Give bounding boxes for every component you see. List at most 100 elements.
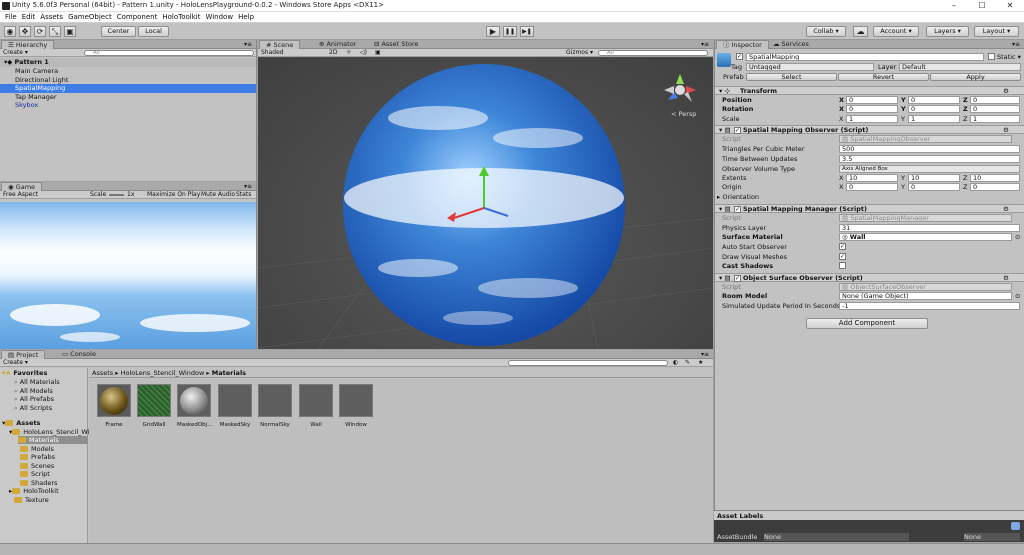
add-component-button[interactable]: Add Component xyxy=(806,318,928,329)
effects-toggle-icon[interactable]: ▣ xyxy=(375,49,381,57)
tab-scene[interactable]: # Scene xyxy=(259,40,301,49)
active-checkbox[interactable]: ✓ xyxy=(736,53,743,60)
static-checkbox[interactable] xyxy=(988,53,995,60)
assets-folder[interactable]: ▾ Assets xyxy=(2,419,40,427)
move-tool-icon[interactable]: ✥ xyxy=(19,26,31,37)
asset-frame[interactable]: Frame xyxy=(97,384,131,428)
rotate-tool-icon[interactable]: ⟳ xyxy=(34,26,46,37)
scale-slider[interactable] xyxy=(109,194,124,196)
panel-menu-icon[interactable]: ▾≡ xyxy=(244,182,252,191)
asset-maskedsky[interactable]: MaskedSky xyxy=(218,384,252,428)
object-name-field[interactable]: SpatialMapping xyxy=(746,53,984,61)
component-settings-icon[interactable]: ⚙ xyxy=(1003,274,1009,282)
scale-y-field[interactable]: 1 xyxy=(908,115,960,123)
tab-animator[interactable]: ⊕ Animator xyxy=(313,40,362,49)
position-z-field[interactable]: 0 xyxy=(970,96,1020,104)
favorite-all-scripts[interactable]: ⌕ All Scripts xyxy=(14,404,52,412)
label-icon[interactable] xyxy=(1011,522,1020,530)
audio-toggle-icon[interactable]: ◁) xyxy=(360,49,367,57)
origin-x-field[interactable]: 0 xyxy=(846,183,898,191)
tab-inspector[interactable]: ⓘ Inspector xyxy=(716,40,769,49)
component-settings-icon[interactable]: ⚙ xyxy=(1003,205,1009,213)
folder-shaders[interactable]: Shaders xyxy=(20,479,57,487)
favorite-all-materials[interactable]: ⌕ All Materials xyxy=(14,378,60,386)
time-between-updates-field[interactable]: 3.5 xyxy=(839,155,1020,163)
gizmos-dropdown[interactable]: Gizmos ▾ xyxy=(566,49,593,57)
filter-type-icon[interactable]: ◐ xyxy=(673,359,678,367)
orientation-foldout[interactable]: ▸ Orientation xyxy=(717,193,759,201)
view-tool-icon[interactable]: ◉ xyxy=(4,26,16,37)
prefab-revert-button[interactable]: Revert xyxy=(838,73,929,81)
scale-tool-icon[interactable]: ⤡ xyxy=(49,26,61,37)
origin-z-field[interactable]: 0 xyxy=(970,183,1020,191)
folder-materials[interactable]: Materials xyxy=(18,436,88,444)
position-x-field[interactable]: 0 xyxy=(846,96,898,104)
breadcrumb-stencil[interactable]: HoloLens_Stencil_Window xyxy=(121,369,205,377)
orientation-gizmo-icon[interactable] xyxy=(662,72,698,108)
scene-viewport[interactable]: < Persp xyxy=(258,58,713,349)
tab-asset-store[interactable]: ⊟ Asset Store xyxy=(368,40,424,49)
breadcrumb-assets[interactable]: Assets xyxy=(92,369,113,377)
menu-help[interactable]: Help xyxy=(238,12,254,23)
project-create-button[interactable]: Create ▾ xyxy=(3,359,28,367)
scale-x-field[interactable]: 1 xyxy=(846,115,898,123)
tab-services[interactable]: ☁ Services xyxy=(767,40,815,49)
favorites-header[interactable]: ▾★ Favorites xyxy=(2,369,47,377)
folder-holotoolkit[interactable]: ▸ HoloToolkit xyxy=(9,487,59,495)
menu-window[interactable]: Window xyxy=(205,12,233,23)
surface-material-field[interactable]: ◎ Wall xyxy=(839,233,1012,241)
layout-button[interactable]: Layout ▾ xyxy=(974,26,1019,37)
filter-label-icon[interactable]: ✎ xyxy=(685,359,690,367)
hierarchy-create-button[interactable]: Create ▾ xyxy=(3,49,28,57)
mute-audio-toggle[interactable]: Mute Audio xyxy=(201,191,235,199)
object-picker-icon[interactable]: ⊙ xyxy=(1015,233,1020,241)
menu-edit[interactable]: Edit xyxy=(22,12,36,23)
triangles-field[interactable]: 500 xyxy=(839,145,1020,153)
asset-gridwall[interactable]: GridWall xyxy=(137,384,171,428)
breadcrumb-materials[interactable]: Materials xyxy=(212,369,246,377)
panel-menu-icon[interactable]: ▾≡ xyxy=(244,40,252,49)
auto-start-checkbox[interactable]: ✓ xyxy=(839,243,846,250)
menu-holotoolkit[interactable]: HoloToolkit xyxy=(162,12,200,23)
collab-button[interactable]: Collab ▾ xyxy=(806,26,846,37)
play-button[interactable]: ▶ xyxy=(486,26,500,37)
asset-bundle-variant-dropdown[interactable]: None xyxy=(964,533,1020,541)
layers-button[interactable]: Layers ▾ xyxy=(926,26,969,37)
scale-z-field[interactable]: 1 xyxy=(970,115,1020,123)
tab-game[interactable]: ◉ Game xyxy=(1,182,43,191)
tab-project[interactable]: ▤ Project xyxy=(1,350,46,359)
hierarchy-item-tap-manager[interactable]: Tap Manager xyxy=(0,93,256,102)
menu-assets[interactable]: Assets xyxy=(40,12,63,23)
object-picker-icon[interactable]: ⊙ xyxy=(1015,292,1020,300)
prefab-apply-button[interactable]: Apply xyxy=(930,73,1021,81)
game-view-sky[interactable] xyxy=(0,202,256,349)
hierarchy-search-input[interactable]: All xyxy=(84,50,254,56)
scene-search-input[interactable]: All xyxy=(598,50,708,56)
maximize-on-play-toggle[interactable]: Maximize On Play xyxy=(147,191,200,199)
layer-dropdown[interactable]: Default xyxy=(899,63,1021,71)
hierarchy-item-spatial-mapping[interactable]: SpatialMapping xyxy=(0,84,256,93)
close-button[interactable]: ✕ xyxy=(996,0,1024,12)
position-y-field[interactable]: 0 xyxy=(908,96,960,104)
asset-wall[interactable]: Wall xyxy=(299,384,333,428)
cloud-icon[interactable]: ☁ xyxy=(853,26,868,37)
cast-shadows-checkbox[interactable] xyxy=(839,262,846,269)
menu-component[interactable]: Component xyxy=(117,12,158,23)
room-model-field[interactable]: None (Game Object) xyxy=(839,292,1012,300)
favorite-all-prefabs[interactable]: ⌕ All Prefabs xyxy=(14,395,54,403)
draw-visual-meshes-checkbox[interactable]: ✓ xyxy=(839,253,846,260)
pivot-local-button[interactable]: Local xyxy=(138,26,169,37)
asset-bundle-dropdown[interactable]: None xyxy=(764,533,909,541)
extents-z-field[interactable]: 10 xyxy=(970,174,1020,182)
extents-x-field[interactable]: 10 xyxy=(846,174,898,182)
shading-mode-dropdown[interactable]: Shaded xyxy=(261,49,284,57)
observer-header[interactable]: ▾ ▤ ✓ Spatial Mapping Observer (Script) … xyxy=(715,125,1024,134)
asset-normalsky[interactable]: NormalSky xyxy=(258,384,292,428)
folder-scenes[interactable]: Scenes xyxy=(20,462,54,470)
manager-enabled-checkbox[interactable]: ✓ xyxy=(734,206,741,213)
volume-type-dropdown[interactable]: Axis Aligned Box xyxy=(839,165,1020,173)
folder-texture[interactable]: Texture xyxy=(14,496,49,504)
physics-layer-field[interactable]: 31 xyxy=(839,224,1020,232)
simulated-update-field[interactable]: -1 xyxy=(839,302,1020,310)
panel-menu-icon[interactable]: ▾≡ xyxy=(701,40,709,49)
